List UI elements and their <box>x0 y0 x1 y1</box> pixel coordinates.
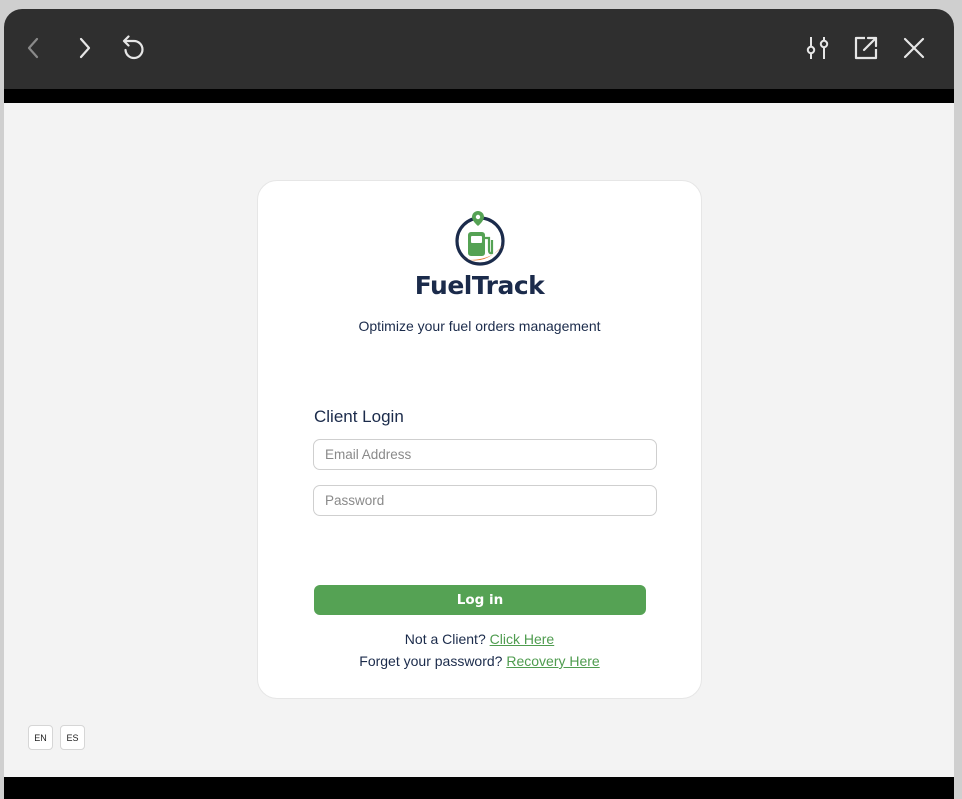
brand-name: FuelTrack <box>414 271 545 300</box>
signup-line: Not a Client? Click Here <box>258 631 701 647</box>
forward-button[interactable] <box>66 29 102 67</box>
back-button[interactable] <box>16 29 52 67</box>
external-link-icon <box>854 36 878 60</box>
reload-button[interactable] <box>114 29 150 67</box>
chevron-left-icon <box>27 37 39 59</box>
email-field[interactable] <box>313 439 657 470</box>
forgot-password-text: Forget your password? <box>359 653 503 669</box>
login-card: FuelTrack Optimize your fuel orders mana… <box>257 180 702 699</box>
login-button[interactable]: Log in <box>314 585 646 615</box>
click-here-link[interactable]: Click Here <box>490 631 555 647</box>
password-field[interactable] <box>313 485 657 516</box>
recovery-here-link[interactable]: Recovery Here <box>506 653 599 669</box>
open-external-button[interactable] <box>848 29 884 67</box>
close-button[interactable] <box>896 29 932 67</box>
not-client-text: Not a Client? <box>404 631 486 647</box>
bottom-divider-bar <box>4 777 954 799</box>
brand-tagline: Optimize your fuel orders management <box>358 318 601 334</box>
reload-icon <box>122 35 144 60</box>
sliders-icon <box>806 37 829 59</box>
page-content: FuelTrack Optimize your fuel orders mana… <box>4 103 954 777</box>
top-divider-bar <box>4 89 954 103</box>
login-title: Client Login <box>314 407 404 426</box>
settings-button[interactable] <box>800 29 836 67</box>
language-en-button[interactable]: EN <box>28 725 53 750</box>
close-icon <box>903 37 925 59</box>
fueltrack-logo <box>455 211 505 266</box>
window-toolbar <box>4 9 954 90</box>
recovery-line: Forget your password? Recovery Here <box>258 653 701 669</box>
browser-window: FuelTrack Optimize your fuel orders mana… <box>4 9 954 799</box>
language-es-button[interactable]: ES <box>60 725 85 750</box>
chevron-right-icon <box>79 37 91 59</box>
